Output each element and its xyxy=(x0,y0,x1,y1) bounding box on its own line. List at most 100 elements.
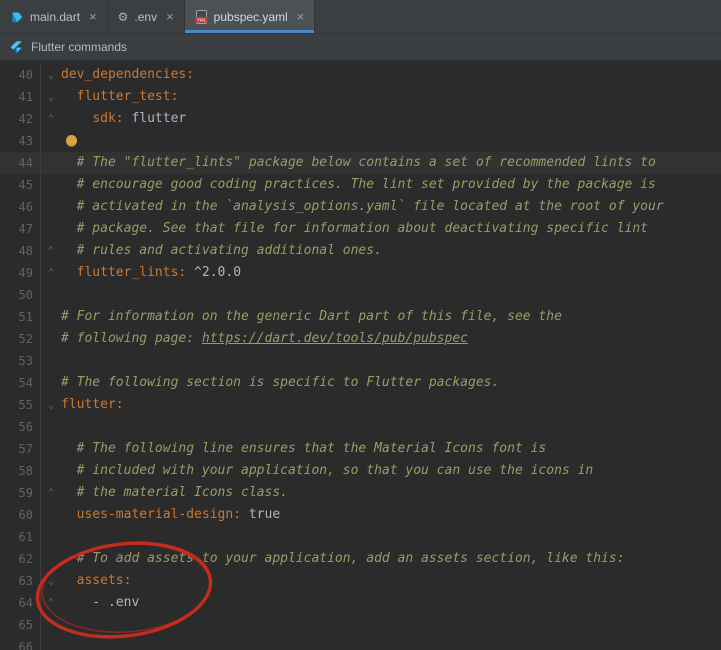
intention-bulb-icon[interactable] xyxy=(66,135,77,146)
line-number: 41 xyxy=(18,90,33,104)
code-token: ^2.0.0 xyxy=(186,265,242,280)
code-text: uses-material-design: true xyxy=(61,504,281,526)
code-line[interactable]: 59 ⌃ # the material Icons class. xyxy=(0,482,721,504)
code-line[interactable]: 44 # The "flutter_lints" package below c… xyxy=(0,152,721,174)
code-line[interactable]: 42 ⌃ sdk: flutter xyxy=(0,108,721,130)
code-text: # included with your application, so tha… xyxy=(61,460,594,482)
code-text: # package. See that file for information… xyxy=(61,218,648,240)
code-line[interactable]: 46 # activated in the `analysis_options.… xyxy=(0,196,721,218)
code-line[interactable]: 54 # The following section is specific to… xyxy=(0,372,721,394)
code-token: # following page: xyxy=(61,331,202,346)
code-lines: 40 ⌄ dev_dependencies: 41 ⌄ flutter_test: 42 ⌃… xyxy=(0,64,721,650)
code-line[interactable]: 57 # The following line ensures that the… xyxy=(0,438,721,460)
tab-label: main.dart xyxy=(30,9,81,24)
fold-gutter xyxy=(40,636,61,650)
code-line[interactable]: 50 xyxy=(0,284,721,306)
line-number: 42 xyxy=(18,112,33,126)
ide-window: main.dart × ⚙ .env × YML pubspec.yaml × xyxy=(0,0,721,650)
code-line[interactable]: 62 # To add assets to your application, … xyxy=(0,548,721,570)
code-line[interactable]: 45 # encourage good coding practices. Th… xyxy=(0,174,721,196)
tab-main-dart[interactable]: main.dart × xyxy=(0,0,108,33)
code-token: # The "flutter_lints" package below cont… xyxy=(61,155,656,170)
line-number: 59 xyxy=(18,486,33,500)
close-icon[interactable]: × xyxy=(297,10,305,23)
tab-pubspec-yaml[interactable]: YML pubspec.yaml × xyxy=(184,0,316,33)
fold-marker-icon[interactable]: ⌄ xyxy=(40,570,61,592)
code-token: # included with your application, so tha… xyxy=(61,463,594,478)
fold-marker-icon[interactable]: ⌄ xyxy=(40,86,61,108)
code-text: flutter: xyxy=(61,394,124,416)
url-link[interactable]: https://dart.dev/tools/pub/pubspec xyxy=(202,331,468,346)
fold-gutter xyxy=(40,416,61,438)
fold-gutter xyxy=(40,174,61,196)
fold-gutter xyxy=(40,548,61,570)
code-line[interactable]: 65 xyxy=(0,614,721,636)
svg-text:YML: YML xyxy=(197,17,207,22)
fold-marker-icon[interactable]: ⌃ xyxy=(40,240,61,262)
code-text: # activated in the `analysis_options.yam… xyxy=(61,196,664,218)
banner-label: Flutter commands xyxy=(31,40,128,54)
code-token: # activated in the `analysis_options.yam… xyxy=(61,199,664,214)
code-token: # For information on the generic Dart pa… xyxy=(61,309,562,324)
code-line[interactable]: 64 ⌃ - .env xyxy=(0,592,721,614)
code-line[interactable]: 49 ⌃ flutter_lints: ^2.0.0 xyxy=(0,262,721,284)
tab-bar: main.dart × ⚙ .env × YML pubspec.yaml × xyxy=(0,0,721,33)
close-icon[interactable]: × xyxy=(166,10,174,23)
code-token: # package. See that file for information… xyxy=(61,221,648,236)
code-line[interactable]: 40 ⌄ dev_dependencies: xyxy=(0,64,721,86)
code-line[interactable]: 43 xyxy=(0,130,721,152)
code-line[interactable]: 56 xyxy=(0,416,721,438)
line-number: 60 xyxy=(18,508,33,522)
editor[interactable]: 40 ⌄ dev_dependencies: 41 ⌄ flutter_test: 42 ⌃… xyxy=(0,62,721,650)
line-number: 47 xyxy=(18,222,33,236)
fold-gutter xyxy=(40,460,61,482)
flutter-commands-banner: Flutter commands xyxy=(0,33,721,61)
code-token: true xyxy=(241,507,281,522)
code-line[interactable]: 60 uses-material-design: true xyxy=(0,504,721,526)
code-text: sdk: flutter xyxy=(61,108,186,130)
code-token: flutter: xyxy=(61,397,124,412)
code-text: flutter_test: xyxy=(61,86,179,108)
fold-gutter xyxy=(40,306,61,328)
code-line[interactable]: 47 # package. See that file for informat… xyxy=(0,218,721,240)
fold-marker-icon[interactable]: ⌄ xyxy=(40,64,61,86)
line-number: 50 xyxy=(18,288,33,302)
code-line[interactable]: 52 # following page: https://dart.dev/too… xyxy=(0,328,721,350)
code-line[interactable]: 58 # included with your application, so … xyxy=(0,460,721,482)
tab-label: .env xyxy=(134,9,158,24)
line-number: 53 xyxy=(18,354,33,368)
code-token: sdk: xyxy=(92,111,124,126)
fold-marker-icon[interactable]: ⌄ xyxy=(40,394,61,416)
fold-gutter xyxy=(40,130,61,152)
code-line[interactable]: 41 ⌄ flutter_test: xyxy=(0,86,721,108)
close-icon[interactable]: × xyxy=(89,10,97,23)
code-text: - .env xyxy=(61,592,139,614)
code-token: flutter xyxy=(123,111,187,126)
code-line[interactable]: 53 xyxy=(0,350,721,372)
fold-gutter xyxy=(40,438,61,460)
code-token: dev_dependencies: xyxy=(61,67,195,82)
fold-gutter xyxy=(40,152,61,174)
code-text: # To add assets to your application, add… xyxy=(61,548,625,570)
code-token: # encourage good coding practices. The l… xyxy=(61,177,656,192)
line-number: 57 xyxy=(18,442,33,456)
tab-label: pubspec.yaml xyxy=(213,9,288,24)
code-line[interactable]: 66 xyxy=(0,636,721,650)
code-line[interactable]: 61 xyxy=(0,526,721,548)
env-file-icon: ⚙ xyxy=(117,9,129,24)
fold-marker-icon[interactable]: ⌃ xyxy=(40,592,61,614)
fold-marker-icon[interactable]: ⌃ xyxy=(40,108,61,130)
line-number: 66 xyxy=(18,640,33,650)
fold-marker-icon[interactable]: ⌃ xyxy=(40,482,61,504)
code-text: # For information on the generic Dart pa… xyxy=(61,306,562,328)
code-line[interactable]: 63 ⌄ assets: xyxy=(0,570,721,592)
tab-env[interactable]: ⚙ .env × xyxy=(108,0,185,33)
code-line[interactable]: 48 ⌃ # rules and activating additional on… xyxy=(0,240,721,262)
fold-gutter xyxy=(40,328,61,350)
line-number: 44 xyxy=(18,156,33,170)
code-line[interactable]: 55 ⌄ flutter: xyxy=(0,394,721,416)
fold-marker-icon[interactable]: ⌃ xyxy=(40,262,61,284)
code-line[interactable]: 51 # For information on the generic Dart … xyxy=(0,306,721,328)
